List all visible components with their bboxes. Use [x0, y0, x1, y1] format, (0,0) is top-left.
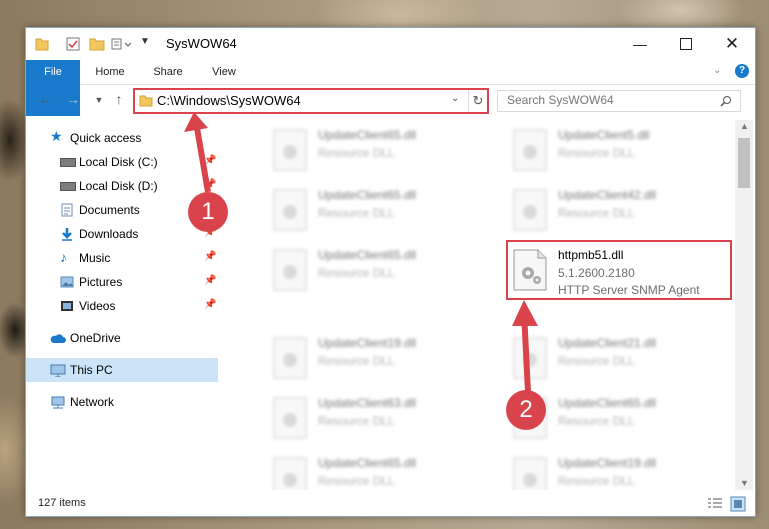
- annotation-arrows: [184, 112, 538, 393]
- step-2-badge: 2: [506, 390, 546, 430]
- step-1-badge: 1: [188, 192, 228, 232]
